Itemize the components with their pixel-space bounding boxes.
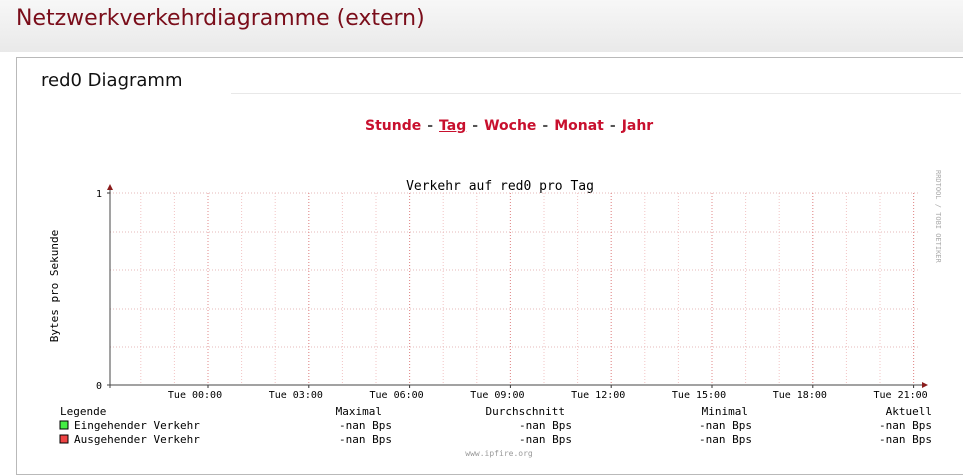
traffic-chart: Verkehr auf red0 pro Tag Bytes pro Sekun… (48, 170, 942, 458)
x-tick-label: Tue 21:00 (874, 390, 928, 401)
legend-value: -nan Bps (339, 419, 392, 432)
legend-value: -nan Bps (699, 433, 752, 446)
chart-axes (107, 184, 928, 388)
y-tick-label: 0 (96, 381, 102, 392)
legend-header: Minimal (702, 405, 748, 418)
legend-series-name: Eingehender Verkehr (74, 419, 200, 432)
chart-grid (110, 192, 920, 385)
legend-value: -nan Bps (519, 419, 572, 432)
legend-value: -nan Bps (879, 433, 932, 446)
x-tick-label: Tue 00:00 (168, 390, 222, 401)
x-axis-arrow (922, 382, 928, 388)
legend-header: Maximal (336, 405, 382, 418)
x-tick-label: Tue 12:00 (571, 390, 625, 401)
legend-series-name: Ausgehender Verkehr (74, 433, 200, 446)
x-tick-label: Tue 03:00 (269, 390, 323, 401)
legend-value: -nan Bps (519, 433, 572, 446)
y-axis-arrow (107, 184, 113, 190)
x-tick-label: Tue 06:00 (370, 390, 424, 401)
legend-header: Durchschnitt (486, 405, 565, 418)
x-tick-label: Tue 15:00 (672, 390, 726, 401)
y-tick-label: 1 (96, 189, 102, 200)
rrdtool-watermark: RRDTOOL / TOBI OETIKER (934, 170, 942, 264)
x-tick-label: Tue 09:00 (470, 390, 524, 401)
chart-y-axis-label: Bytes pro Sekunde (48, 230, 61, 343)
chart-footer: www.ipfire.org (465, 449, 533, 458)
legend-header: Legende (60, 405, 106, 418)
legend-swatch (59, 420, 69, 430)
legend-value: -nan Bps (699, 419, 752, 432)
chart-title: Verkehr auf red0 pro Tag (406, 179, 594, 194)
legend-value: -nan Bps (339, 433, 392, 446)
chart-tick-labels: Tue 00:00 Tue 03:00 Tue 06:00 Tue 09:00 Tue … (96, 189, 928, 401)
legend-header: Aktuell (886, 405, 932, 418)
chart-legend: Legende Maximal Durchschnitt Minimal Aktuell… (59, 405, 932, 446)
legend-swatch (59, 434, 69, 444)
legend-value: -nan Bps (879, 419, 932, 432)
x-tick-label: Tue 18:00 (773, 390, 827, 401)
